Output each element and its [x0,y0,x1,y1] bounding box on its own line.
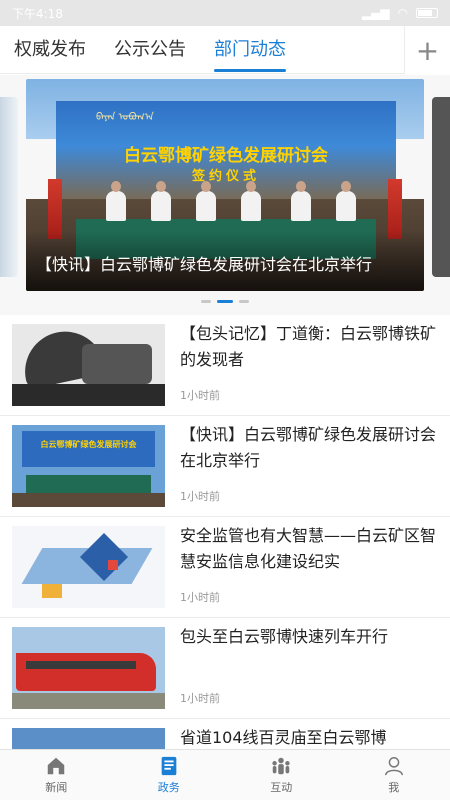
add-channel-button[interactable]: + [404,26,450,74]
news-title: 安全监管也有大智慧——白云矿区智慧安监信息化建设纪实 [180,526,437,571]
person [336,181,356,221]
plus-icon: + [415,33,440,67]
carousel-dot-active [217,300,233,303]
carousel-next-card[interactable] [432,97,450,277]
news-thumbnail: 白云鄂博矿绿色发展研讨会 [12,425,165,507]
news-item[interactable]: 【包头记忆】丁道衡：白云鄂博铁矿的发现者 1小时前 [0,315,450,416]
tab-public-notice[interactable]: 公示公告 [100,26,200,74]
banner-slide[interactable]: ᠪᠠᠶᠠᠨ ᠣᠪᠣᠭ᠎ᠠ 白云鄂博矿绿色发展研讨会 签约仪式 【快讯】白云鄂博矿… [26,79,424,291]
signal-icon: ▂▄▆ [361,6,390,20]
person [196,181,216,221]
news-title: 包头至白云鄂博快速列车开行 [180,627,389,646]
wifi-icon: ◠ [397,6,408,20]
person [241,181,261,221]
thumb-text: 白云鄂博矿绿色发展研讨会 [40,440,137,449]
carousel-indicator [0,300,450,303]
status-bar: 下午4:18 ▂▄▆ ◠ [0,0,450,26]
news-time: 1小时前 [180,389,220,402]
news-title: 省道104线百灵庙至白云鄂博 [180,728,387,747]
nav-government[interactable]: 政务 [113,750,226,800]
backdrop-mongolian-text: ᠪᠠᠶᠠᠨ ᠣᠪᠣᠭ᠎ᠠ [96,112,154,123]
nav-label: 政务 [157,781,180,794]
people-icon [272,757,290,775]
news-title: 【快讯】白云鄂博矿绿色发展研讨会在北京举行 [180,425,437,470]
news-time: 1小时前 [180,692,220,705]
news-item[interactable]: 包头至白云鄂博快速列车开行 1小时前 [0,618,450,719]
news-thumbnail [12,728,165,749]
nav-news[interactable]: 新闻 [0,750,113,800]
news-thumbnail [12,526,165,608]
nav-label: 互动 [270,781,293,794]
person [106,181,126,221]
news-item[interactable]: 安全监管也有大智慧——白云矿区智慧安监信息化建设纪实 1小时前 [0,517,450,618]
news-time: 1小时前 [180,591,220,604]
home-icon [48,757,65,775]
backdrop-title: 白云鄂博矿绿色发展研讨会 [124,146,328,166]
news-list[interactable]: 【包头记忆】丁道衡：白云鄂博铁矿的发现者 1小时前 白云鄂博矿绿色发展研讨会 【… [0,315,450,749]
tab-authoritative-release[interactable]: 权威发布 [0,26,100,74]
tab-department-news[interactable]: 部门动态 [200,26,300,74]
battery-icon [416,8,438,18]
carousel-dot [239,300,249,303]
person [291,181,311,221]
channel-tabs: 权威发布 公示公告 部门动态 + [0,26,450,74]
banner-caption: 【快讯】白云鄂博矿绿色发展研讨会在北京举行 [26,231,424,291]
news-thumbnail [12,324,165,406]
carousel-dot [201,300,211,303]
news-time: 1小时前 [180,490,220,503]
nav-me[interactable]: 我 [338,750,450,800]
status-time: 下午4:18 [12,6,63,21]
nav-label: 我 [388,781,400,794]
bottom-navigation: 新闻 政务 互动 我 [0,749,450,800]
news-item[interactable]: 白云鄂博矿绿色发展研讨会 【快讯】白云鄂博矿绿色发展研讨会在北京举行 1小时前 [0,416,450,517]
person [151,181,171,221]
nav-interaction[interactable]: 互动 [225,750,338,800]
status-icons: ▂▄▆ ◠ [362,6,438,20]
flag-left [48,179,62,239]
document-icon [161,756,177,776]
banner-carousel[interactable]: ᠪᠠᠶᠠᠨ ᠣᠪᠣᠭ᠎ᠠ 白云鄂博矿绿色发展研讨会 签约仪式 【快讯】白云鄂博矿… [0,75,450,315]
news-item[interactable]: 省道104线百灵庙至白云鄂博 [0,719,450,749]
carousel-prev-card[interactable] [0,97,18,277]
news-title: 【包头记忆】丁道衡：白云鄂博铁矿的发现者 [180,324,437,369]
news-thumbnail [12,627,165,709]
nav-label: 新闻 [45,781,68,794]
user-icon [384,757,403,776]
flag-right [388,179,402,239]
